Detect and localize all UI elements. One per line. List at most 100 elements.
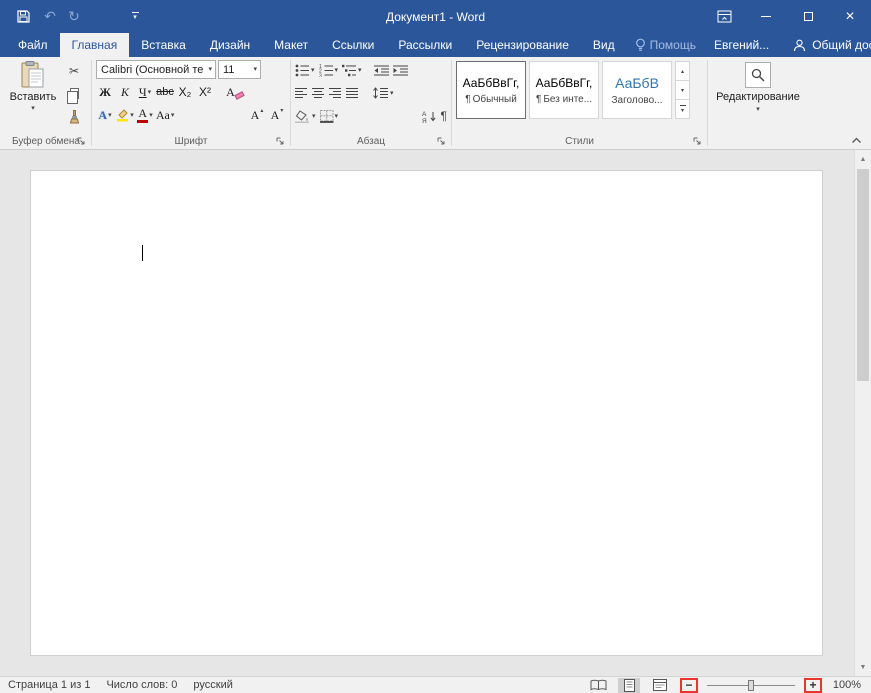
- find-button[interactable]: [745, 62, 771, 88]
- text-effects-button[interactable]: А ▾: [96, 105, 114, 125]
- read-mode-button[interactable]: [587, 678, 609, 693]
- scrollbar-thumb[interactable]: [857, 169, 869, 381]
- maximize-button[interactable]: [787, 0, 829, 33]
- page-indicator[interactable]: Страница 1 из 1: [8, 679, 90, 691]
- ribbon-display-options-button[interactable]: [703, 0, 745, 33]
- line-spacing-button[interactable]: ▾: [373, 83, 394, 103]
- tab-file[interactable]: Файл: [6, 33, 60, 57]
- font-name-select[interactable]: Calibri (Основной те ▾: [96, 60, 216, 79]
- shading-dropdown-icon[interactable]: ▾: [312, 113, 316, 120]
- minimize-button[interactable]: [745, 0, 787, 33]
- clipboard-dialog-launcher[interactable]: [75, 135, 87, 147]
- zoom-level[interactable]: 100%: [831, 679, 861, 691]
- tab-view[interactable]: Вид: [581, 33, 627, 57]
- zoom-slider-thumb[interactable]: [748, 679, 754, 691]
- styles-scroll-up-button[interactable]: ▴: [676, 62, 689, 81]
- multilevel-list-button[interactable]: ▾: [342, 60, 362, 80]
- word-count[interactable]: Число слов: 0: [106, 679, 177, 691]
- tab-review[interactable]: Рецензирование: [464, 33, 581, 57]
- underline-label: Ч: [138, 84, 147, 99]
- print-layout-button[interactable]: [618, 677, 640, 693]
- zoom-slider[interactable]: [707, 679, 795, 692]
- customize-quick-access-button[interactable]: ▾: [122, 12, 148, 21]
- increase-indent-button[interactable]: [392, 60, 408, 80]
- copy-button[interactable]: [63, 85, 85, 104]
- style-normal[interactable]: АаБбВвГг, ¶ Обычный: [456, 61, 526, 119]
- cut-button[interactable]: ✂: [63, 62, 85, 79]
- paste-button[interactable]: Вставить ▾: [5, 58, 61, 133]
- editing-dropdown-icon[interactable]: ▾: [756, 106, 760, 113]
- highlight-color-button[interactable]: ▾: [116, 105, 134, 125]
- multilevel-dropdown-icon[interactable]: ▾: [358, 67, 362, 74]
- web-layout-button[interactable]: [649, 678, 671, 693]
- underline-dropdown-icon[interactable]: ▾: [148, 89, 152, 96]
- font-color-button[interactable]: А ▾: [136, 105, 154, 125]
- subscript-button[interactable]: X₂: [176, 82, 194, 102]
- change-case-dropdown-icon[interactable]: ▾: [171, 112, 175, 119]
- show-paragraph-marks-button[interactable]: ¶: [441, 106, 447, 126]
- grow-font-button[interactable]: А ▴: [248, 105, 266, 125]
- language-indicator[interactable]: русский: [193, 679, 232, 691]
- superscript-button[interactable]: X²: [196, 82, 214, 102]
- align-right-button[interactable]: [329, 83, 342, 103]
- document-page[interactable]: [30, 170, 823, 656]
- style-heading[interactable]: АаБбВ Заголово...: [602, 61, 672, 119]
- person-icon: [794, 39, 806, 51]
- paste-dropdown-icon[interactable]: ▾: [31, 105, 35, 112]
- shading-button[interactable]: ▾: [295, 106, 316, 126]
- bullets-dropdown-icon[interactable]: ▾: [311, 67, 315, 74]
- justify-button[interactable]: [346, 83, 359, 103]
- clear-formatting-button[interactable]: А: [226, 82, 245, 102]
- numbering-button[interactable]: 123 ▾: [319, 60, 339, 80]
- styles-scroll-down-button[interactable]: ▾: [676, 81, 689, 100]
- redo-button[interactable]: ↻: [62, 8, 86, 25]
- editing-group-button-label[interactable]: Редактирование: [716, 91, 800, 103]
- align-left-button[interactable]: [295, 83, 308, 103]
- tab-design[interactable]: Дизайн: [198, 33, 262, 57]
- sort-button[interactable]: АЯ: [422, 106, 437, 126]
- collapse-ribbon-button[interactable]: [848, 134, 864, 146]
- zoom-in-button[interactable]: +: [806, 679, 819, 691]
- close-button[interactable]: ×: [829, 0, 871, 33]
- scroll-down-button[interactable]: ▼: [855, 659, 871, 675]
- tab-layout[interactable]: Макет: [262, 33, 320, 57]
- vertical-scrollbar[interactable]: ▲ ▼: [854, 150, 871, 676]
- line-spacing-dropdown-icon[interactable]: ▾: [390, 90, 394, 97]
- text-effects-dropdown-icon[interactable]: ▾: [108, 112, 112, 119]
- bullets-button[interactable]: ▾: [295, 60, 315, 80]
- style-no-spacing[interactable]: АаБбВвГг, ¶ Без инте...: [529, 61, 599, 119]
- save-button[interactable]: [8, 10, 38, 23]
- font-name-dropdown-icon[interactable]: ▾: [208, 66, 212, 73]
- font-size-select[interactable]: 11 ▾: [218, 60, 261, 79]
- undo-button[interactable]: ↶: [38, 8, 62, 25]
- tab-references[interactable]: Ссылки: [320, 33, 386, 57]
- scroll-up-button[interactable]: ▲: [855, 151, 871, 167]
- tab-help[interactable]: Помощь: [627, 33, 704, 57]
- underline-button[interactable]: Ч ▾: [136, 82, 154, 102]
- paragraph-dialog-launcher[interactable]: [435, 135, 447, 147]
- font-color-dropdown-icon[interactable]: ▾: [149, 112, 153, 119]
- tab-mailings[interactable]: Рассылки: [386, 33, 464, 57]
- bold-button[interactable]: Ж: [96, 82, 114, 102]
- share-button[interactable]: Общий доступ: [779, 33, 871, 57]
- highlight-dropdown-icon[interactable]: ▾: [130, 112, 134, 119]
- borders-dropdown-icon[interactable]: ▾: [335, 113, 339, 120]
- tab-insert[interactable]: Вставка: [129, 33, 198, 57]
- zoom-out-button[interactable]: −: [682, 679, 695, 691]
- strikethrough-button[interactable]: abc: [156, 82, 174, 102]
- account-user[interactable]: Евгений...: [704, 33, 779, 57]
- italic-button[interactable]: К: [116, 82, 134, 102]
- change-case-button[interactable]: Аа ▾: [156, 105, 174, 125]
- decrease-indent-button[interactable]: [373, 60, 389, 80]
- align-center-button[interactable]: [312, 83, 325, 103]
- tab-home[interactable]: Главная: [59, 33, 130, 57]
- font-size-dropdown-icon[interactable]: ▾: [253, 66, 257, 73]
- styles-more-button[interactable]: ▾: [676, 100, 689, 118]
- styles-dialog-launcher[interactable]: [691, 135, 703, 147]
- numbering-dropdown-icon[interactable]: ▾: [335, 67, 339, 74]
- font-dialog-launcher[interactable]: [274, 135, 286, 147]
- shrink-font-button[interactable]: А ▾: [268, 105, 286, 125]
- grow-font-label: А: [250, 107, 260, 122]
- borders-button[interactable]: ▾: [319, 106, 339, 126]
- format-painter-button[interactable]: [63, 108, 85, 125]
